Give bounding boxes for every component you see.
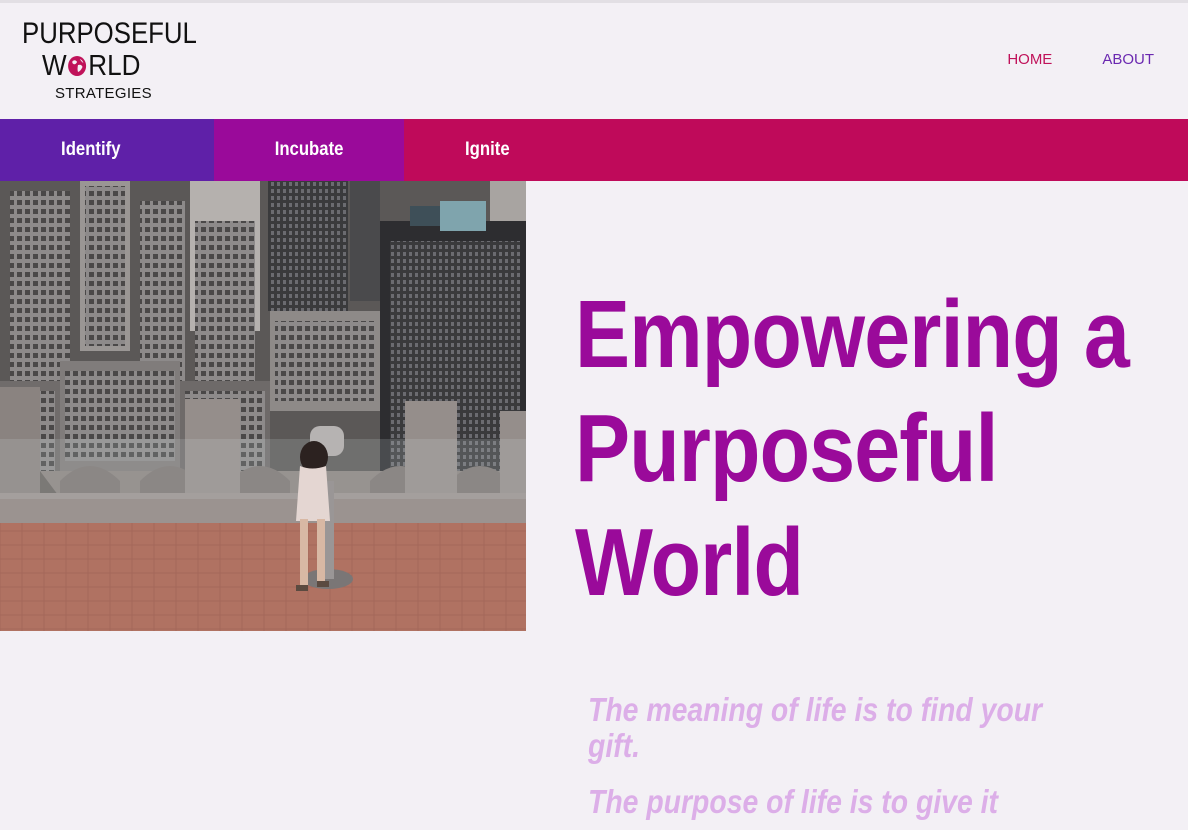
city-rooftop-illustration: [0, 181, 526, 631]
logo-text-rld: RLD: [88, 50, 141, 82]
logo[interactable]: PURPOSEFUL W RLD STRATEGIES: [22, 17, 197, 107]
quote-purpose-of-life: The purpose of life is to give it: [588, 783, 998, 820]
headline-line-3: World: [575, 509, 804, 616]
quote-meaning-of-life: The meaning of life is to find your gift…: [588, 691, 1043, 764]
logo-text-w: W: [42, 50, 67, 82]
nav-about-link[interactable]: ABOUT: [1102, 51, 1154, 68]
tab-incubate-label: Incubate: [274, 139, 344, 160]
logo-text-purposeful: PURPOSEFUL: [22, 17, 197, 50]
nav-home-link[interactable]: HOME: [1007, 51, 1052, 68]
logo-text-strategies: STRATEGIES: [55, 85, 152, 102]
tab-identify-label: Identify: [61, 139, 121, 160]
headline-line-1: Empowering a: [575, 281, 1130, 388]
hero-photo-city-rooftop: [0, 181, 526, 631]
logo-text-world: W RLD: [42, 51, 140, 81]
site-header: PURPOSEFUL W RLD STRATEGIES HOME ABOUT: [0, 3, 1188, 119]
main-nav: HOME ABOUT: [1007, 51, 1154, 68]
step-tabs: Identify Incubate Ignite: [0, 119, 1188, 181]
headline-line-2: Purposeful: [575, 395, 998, 502]
tab-ignite-label: Ignite: [464, 139, 510, 160]
globe-icon: [68, 56, 87, 76]
tab-ignite[interactable]: Ignite: [404, 119, 570, 181]
tab-incubate[interactable]: Incubate: [214, 119, 404, 181]
hero-headline: Empowering a Purposeful World: [575, 278, 1130, 620]
tab-identify[interactable]: Identify: [0, 119, 214, 181]
